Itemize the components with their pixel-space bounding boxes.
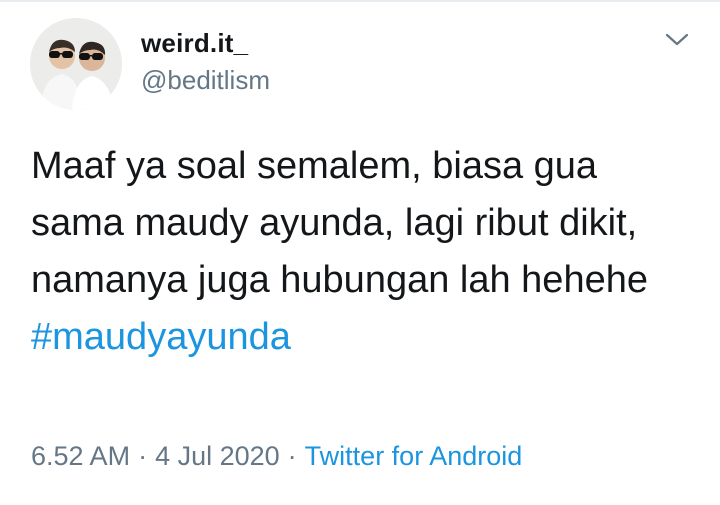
tweet-date[interactable]: 4 Jul 2020 [155,441,280,471]
tweet-text-content: Maaf ya soal semalem, biasa gua sama mau… [31,145,648,301]
tweet-meta: 6.52 AM · 4 Jul 2020 · Twitter for Android [31,441,522,472]
top-divider [0,0,720,2]
display-name[interactable]: weird.it_ [141,28,248,59]
meta-separator: · [287,441,297,471]
tweet-text: Maaf ya soal semalem, biasa gua sama mau… [31,138,691,366]
chevron-down-icon[interactable] [664,30,690,50]
tweet-source-link[interactable]: Twitter for Android [305,441,523,471]
tweet-time[interactable]: 6.52 AM [31,441,130,471]
avatar-photo [30,18,122,110]
user-handle[interactable]: @beditlism [141,65,270,96]
meta-separator: · [138,441,148,471]
hashtag-link[interactable]: #maudyayunda [31,309,691,366]
avatar[interactable] [30,18,122,110]
